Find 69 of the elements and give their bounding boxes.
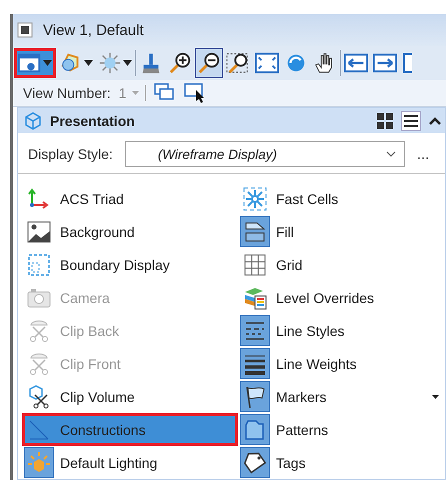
item-label: Fast Cells bbox=[276, 190, 340, 206]
axis-arrows-icon bbox=[27, 186, 51, 210]
presentation-item[interactable]: Background bbox=[22, 215, 238, 248]
collapse-icon[interactable] bbox=[429, 116, 441, 124]
item-label: Constructions bbox=[60, 422, 147, 438]
presentation-item[interactable]: Fill bbox=[238, 215, 445, 248]
view-number-label: View Number: bbox=[23, 85, 111, 101]
scissors-icon bbox=[27, 318, 51, 342]
presentation-item[interactable]: Constructions bbox=[22, 413, 238, 446]
presentation-item[interactable]: Tags bbox=[238, 446, 445, 479]
item-label: Line Styles bbox=[276, 322, 346, 338]
chevron-down-icon[interactable] bbox=[386, 151, 396, 157]
presentation-item[interactable]: Level Overrides bbox=[238, 281, 445, 314]
item-label: Level Overrides bbox=[276, 290, 376, 306]
construction-lines-icon bbox=[27, 418, 51, 442]
zoom-in-icon bbox=[168, 51, 192, 75]
window-title: View 1, Default bbox=[43, 22, 144, 38]
presentation-item[interactable]: Line Weights bbox=[238, 347, 445, 380]
panel-title: Presentation bbox=[50, 112, 136, 128]
window-icon bbox=[17, 22, 33, 38]
item-label: Background bbox=[60, 224, 136, 240]
caret-icon[interactable] bbox=[123, 60, 132, 66]
scissors-icon bbox=[27, 352, 51, 376]
item-label: Line Weights bbox=[276, 356, 358, 372]
item-label: Clip Back bbox=[60, 322, 120, 338]
item-label: Clip Front bbox=[60, 356, 122, 372]
item-label: Markers bbox=[276, 388, 328, 404]
more-button[interactable]: ... bbox=[416, 146, 430, 162]
item-label: Grid bbox=[276, 256, 304, 272]
toolbar-button[interactable] bbox=[14, 48, 56, 78]
cube-scissors-icon bbox=[27, 384, 51, 408]
item-label: Boundary Display bbox=[60, 256, 171, 272]
windows-icon[interactable] bbox=[154, 83, 176, 103]
item-label: ACS Triad bbox=[60, 190, 125, 206]
window-info-icon bbox=[18, 51, 42, 75]
presentation-item[interactable]: Clip Volume bbox=[22, 380, 238, 413]
presentation-item[interactable]: Default Lighting bbox=[22, 446, 238, 479]
caret-icon[interactable] bbox=[84, 60, 93, 66]
presentation-item[interactable]: Line Styles bbox=[238, 314, 445, 347]
grid-icon bbox=[243, 252, 267, 276]
presentation-item[interactable]: Grid bbox=[238, 248, 445, 281]
snowflake-icon bbox=[243, 186, 267, 210]
presentation-item[interactable]: Patterns bbox=[238, 413, 445, 446]
caret-icon[interactable] bbox=[432, 394, 439, 398]
presentation-item[interactable]: Markers bbox=[238, 380, 445, 413]
presentation-item[interactable]: Fast Cells bbox=[238, 182, 445, 215]
toolbar-button[interactable] bbox=[195, 48, 223, 78]
image-icon bbox=[27, 220, 51, 244]
window-icon bbox=[402, 51, 412, 75]
layers-icon bbox=[243, 286, 267, 310]
zoom-out-icon bbox=[197, 51, 221, 75]
tiles-view-icon[interactable] bbox=[377, 112, 393, 128]
presentation-item[interactable]: Boundary Display bbox=[22, 248, 238, 281]
zoom-window-icon bbox=[226, 51, 250, 75]
display-style-dropdown[interactable]: (Wireframe Display) bbox=[124, 141, 405, 167]
presentation-item[interactable]: ACS Triad bbox=[22, 182, 238, 215]
item-label: Patterns bbox=[276, 422, 330, 438]
item-label: Clip Volume bbox=[60, 388, 136, 404]
list-view-icon[interactable] bbox=[401, 110, 421, 130]
dashed-boundary-icon bbox=[27, 252, 51, 276]
display-style-label: Display Style: bbox=[28, 146, 113, 162]
sun-icon bbox=[98, 51, 122, 75]
item-label: Fill bbox=[276, 224, 295, 240]
item-label: Tags bbox=[276, 454, 307, 470]
item-label: Camera bbox=[60, 290, 111, 306]
window-cursor-icon[interactable] bbox=[184, 83, 206, 103]
fit-view-icon bbox=[255, 51, 279, 75]
cube-icon bbox=[24, 112, 42, 130]
item-label: Default Lighting bbox=[60, 454, 158, 470]
